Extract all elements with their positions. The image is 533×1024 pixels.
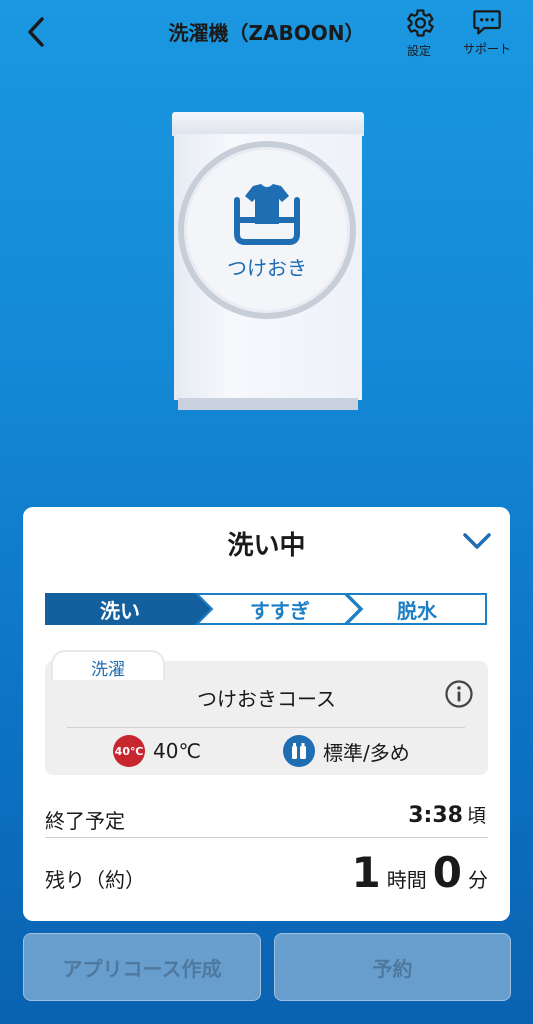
collapse-button[interactable] bbox=[460, 527, 494, 555]
app-header: 洗濯機（ZABOON） 設定 サポート bbox=[0, 0, 533, 70]
chevron-down-icon bbox=[463, 533, 491, 549]
status-title: 洗い中 bbox=[227, 531, 306, 561]
course-label-on-door: つけおき bbox=[227, 255, 307, 280]
support-button[interactable]: サポート bbox=[456, 6, 518, 57]
minutes-unit: 分 bbox=[468, 868, 488, 892]
temperature-setting: 40℃ 40℃ bbox=[113, 735, 201, 767]
soak-shirt-icon bbox=[234, 183, 300, 245]
remaining-time: 1 時間 0 分 bbox=[352, 848, 488, 897]
info-icon bbox=[445, 680, 473, 708]
card-divider bbox=[45, 837, 488, 838]
temperature-icon: 40℃ bbox=[113, 735, 145, 767]
end-time-label: 終了予定 bbox=[45, 809, 125, 833]
step-rinse: すすぎ bbox=[250, 598, 310, 623]
washer-door: つけおき bbox=[178, 141, 356, 319]
progress-steps: 洗い すすぎ 脱水 bbox=[45, 593, 487, 625]
chat-bubble-icon bbox=[473, 10, 501, 35]
detergent-setting: 標準/多め bbox=[283, 735, 410, 767]
course-name: つけおきコース bbox=[197, 687, 336, 711]
detergent-value: 標準/多め bbox=[323, 740, 410, 765]
remaining-hours: 1 bbox=[351, 848, 381, 897]
end-time-value: 3:38 bbox=[408, 803, 463, 828]
step-spin: 脱水 bbox=[397, 598, 437, 623]
remaining-label: 残り（約） bbox=[45, 868, 145, 892]
reserve-button[interactable]: 予約 bbox=[274, 933, 511, 1001]
end-time-suffix: 頃 bbox=[466, 805, 486, 827]
hours-unit: 時間 bbox=[386, 868, 427, 892]
status-card: 洗い中 洗い すすぎ 脱水 洗濯 つけおきコース 40℃ 40℃ 標準/多め 終… bbox=[23, 507, 510, 921]
temperature-value: 40℃ bbox=[153, 739, 201, 763]
create-app-course-button[interactable]: アプリコース作成 bbox=[23, 933, 261, 1001]
page-title: 洗濯機（ZABOON） bbox=[168, 21, 365, 45]
detergent-bottles-icon bbox=[283, 735, 315, 767]
washer-illustration: つけおき bbox=[172, 112, 364, 410]
info-button[interactable] bbox=[444, 679, 474, 709]
course-divider bbox=[67, 727, 465, 728]
washer-lid bbox=[172, 112, 364, 136]
gear-icon bbox=[407, 9, 434, 37]
settings-label: 設定 bbox=[406, 44, 431, 58]
end-time: 3:38 頃 bbox=[408, 801, 486, 828]
course-category-tab: 洗濯 bbox=[51, 650, 165, 680]
washer-base bbox=[178, 398, 358, 410]
remaining-minutes: 0 bbox=[432, 848, 462, 897]
step-wash: 洗い bbox=[100, 598, 140, 623]
support-label: サポート bbox=[462, 42, 511, 56]
settings-button[interactable]: 設定 bbox=[398, 6, 440, 59]
